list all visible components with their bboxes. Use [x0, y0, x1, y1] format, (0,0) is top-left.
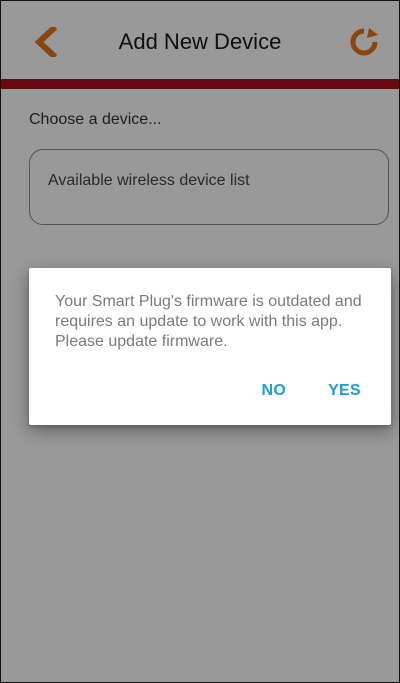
dialog-message: Your Smart Plug's firmware is outdated a…: [55, 293, 362, 350]
firmware-dialog: Your Smart Plug's firmware is outdated a…: [29, 268, 391, 425]
phone-screen: Add New Device Choose a device... Availa…: [0, 0, 400, 683]
no-button[interactable]: NO: [261, 382, 286, 400]
dialog-actions: NO YES: [261, 382, 361, 400]
yes-button[interactable]: YES: [328, 382, 361, 400]
